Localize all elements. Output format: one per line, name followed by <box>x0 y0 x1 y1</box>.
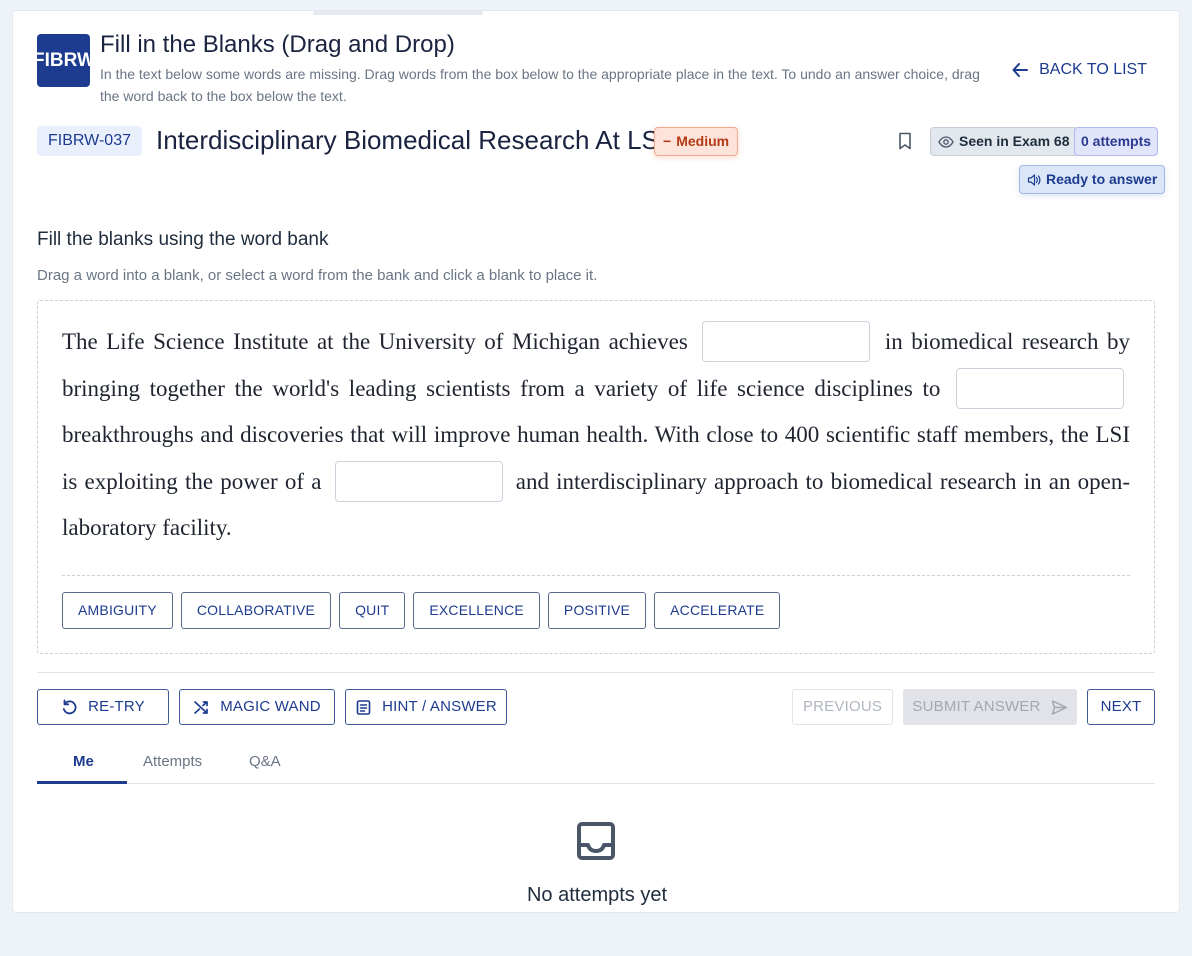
back-to-list-button[interactable]: BACK TO LIST <box>1011 59 1147 81</box>
instructions-subtitle: Drag a word into a blank, or select a wo… <box>37 267 598 284</box>
tab-attempts[interactable]: Attempts <box>143 753 202 770</box>
passage-text: The Life Science Institute at the Univer… <box>62 319 1130 552</box>
tab-qa[interactable]: Q&A <box>249 753 281 770</box>
word-chip[interactable]: EXCELLENCE <box>413 592 540 629</box>
divider <box>37 672 1155 673</box>
retry-label: RE-TRY <box>88 698 145 715</box>
tabs-divider <box>37 783 1155 784</box>
difficulty-label: Medium <box>676 133 730 149</box>
blank-1[interactable] <box>702 321 871 363</box>
empty-state-text: No attempts yet <box>526 884 668 906</box>
seen-in-exam-badge: Seen in Exam 68 <box>930 127 1078 156</box>
page-title: Fill in the Blanks (Drag and Drop) <box>100 31 455 58</box>
speaker-icon <box>1027 173 1041 186</box>
hint-answer-button[interactable]: HINT / ANSWER <box>345 689 507 725</box>
top-scroll-indicator <box>313 11 483 15</box>
retry-button[interactable]: RE-TRY <box>37 689 169 725</box>
blank-2[interactable] <box>956 367 1125 409</box>
word-chip[interactable]: COLLABORATIVE <box>180 592 332 629</box>
submit-answer-label: SUBMIT ANSWER <box>912 698 1041 715</box>
previous-label: PREVIOUS <box>802 698 883 715</box>
attempts-badge: 0 attempts <box>1074 127 1159 156</box>
shuffle-icon <box>194 700 209 714</box>
back-to-list-label: BACK TO LIST <box>1039 61 1147 78</box>
blank-3[interactable] <box>334 460 503 502</box>
dash-icon: − <box>663 133 672 149</box>
word-chip[interactable]: POSITIVE <box>547 592 647 629</box>
rotate-icon <box>63 699 77 714</box>
difficulty-badge: − Medium <box>654 127 739 156</box>
status-label: Ready to answer <box>1046 171 1158 187</box>
passage-area: The Life Science Institute at the Univer… <box>37 300 1155 654</box>
arrow-left-icon <box>1012 63 1029 77</box>
next-label: NEXT <box>1100 698 1142 715</box>
eye-icon <box>938 135 954 148</box>
question-type-logo: FIBRW <box>37 34 90 87</box>
next-button[interactable]: NEXT <box>1087 689 1155 725</box>
active-tab-indicator <box>37 781 127 784</box>
previous-button[interactable]: PREVIOUS <box>792 689 893 725</box>
send-icon <box>1051 699 1067 715</box>
document-icon <box>356 699 371 715</box>
word-bank-divider <box>62 575 1130 576</box>
word-chip[interactable]: ACCELERATE <box>654 592 781 629</box>
magic-wand-button[interactable]: MAGIC WAND <box>179 689 335 725</box>
main-card: FIBRW Fill in the Blanks (Drag and Drop)… <box>12 10 1180 913</box>
question-title: Interdisciplinary Biomedical Research At… <box>156 125 667 155</box>
seen-label: Seen in Exam 68 <box>959 133 1070 149</box>
word-chip[interactable]: QUIT <box>339 592 406 629</box>
page-description: In the text below some words are missing… <box>100 66 980 104</box>
question-code: FIBRW-037 <box>37 126 142 156</box>
passage-segment: The Life Science Institute at the Univer… <box>62 329 688 354</box>
bookmark-icon[interactable] <box>897 132 913 150</box>
status-badge: Ready to answer <box>1019 165 1166 194</box>
magic-wand-label: MAGIC WAND <box>220 698 321 715</box>
inbox-icon <box>577 822 615 860</box>
hint-answer-label: HINT / ANSWER <box>382 698 497 715</box>
word-bank: AMBIGUITY COLLABORATIVE QUIT EXCELLENCE … <box>62 592 781 629</box>
word-chip[interactable]: AMBIGUITY <box>62 592 173 629</box>
submit-answer-button[interactable]: SUBMIT ANSWER <box>903 689 1077 725</box>
tab-me[interactable]: Me <box>73 753 94 770</box>
instructions-title: Fill the blanks using the word bank <box>37 229 329 250</box>
